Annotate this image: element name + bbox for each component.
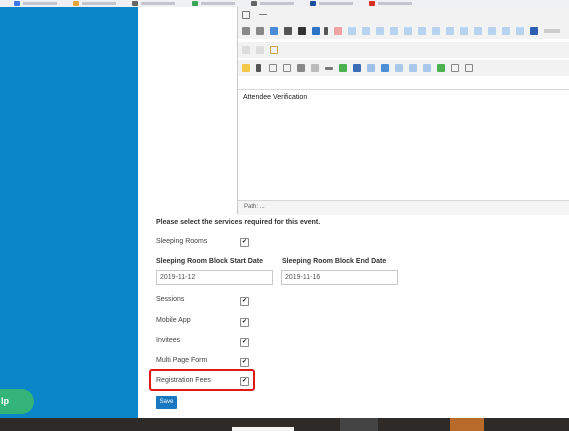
- registration-fees-highlight: [149, 369, 255, 391]
- taskbar-item[interactable]: [232, 427, 294, 431]
- anchor-icon[interactable]: [334, 27, 342, 35]
- disabled-tool-icon: [516, 27, 524, 35]
- disabled-tool-icon: [418, 27, 426, 35]
- checkbox-mobile-app[interactable]: ✔: [240, 318, 249, 327]
- checkbox-sleeping-rooms[interactable]: ✔: [240, 238, 249, 247]
- help-button[interactable]: lp: [0, 389, 34, 414]
- services-title: Please select the services required for …: [156, 219, 321, 226]
- find-icon[interactable]: [298, 27, 306, 35]
- bookmark-item[interactable]: [250, 0, 294, 7]
- service-label-mobile-app: Mobile App: [156, 317, 191, 324]
- start-date-input[interactable]: 2019-11-12: [156, 270, 273, 285]
- editor-content-area[interactable]: Attendee Verification: [238, 89, 569, 202]
- path-label: Path: ...: [244, 204, 265, 210]
- document-icon[interactable]: [353, 64, 361, 72]
- document-icon[interactable]: [395, 64, 403, 72]
- grid-icon[interactable]: [242, 64, 250, 72]
- font-down-icon[interactable]: [256, 46, 264, 54]
- form-icon[interactable]: [465, 64, 473, 72]
- checkbox-invitees[interactable]: ✔: [240, 338, 249, 347]
- taskbar-item[interactable]: [450, 418, 484, 431]
- disabled-tool-icon: [348, 27, 356, 35]
- bookmark-item[interactable]: [73, 0, 117, 7]
- end-date-input[interactable]: 2019-11-16: [281, 270, 398, 285]
- disabled-tool-icon: [502, 27, 510, 35]
- end-date-label: Sleeping Room Block End Date: [282, 258, 387, 265]
- image-icon[interactable]: [339, 64, 347, 72]
- bookmark-item[interactable]: [14, 0, 57, 7]
- document-icon[interactable]: [423, 64, 431, 72]
- editor-toolbar-row-1: [238, 7, 569, 23]
- disabled-tool-icon: [432, 27, 440, 35]
- image-icon[interactable]: [270, 27, 278, 35]
- box-icon[interactable]: [270, 46, 278, 54]
- field-icon[interactable]: [283, 64, 291, 72]
- bookmark-item[interactable]: [369, 0, 413, 7]
- font-up-icon[interactable]: [242, 46, 250, 54]
- editor-text: Attendee Verification: [243, 94, 308, 101]
- disabled-tool-icon: [362, 27, 370, 35]
- frame-icon[interactable]: [312, 27, 320, 35]
- source-icon[interactable]: [242, 11, 250, 19]
- taskbar-item[interactable]: [340, 418, 378, 431]
- disabled-tool-icon: [488, 27, 496, 35]
- editor-toolbar-row-3: [238, 42, 569, 58]
- service-label-sleeping-rooms: Sleeping Rooms: [156, 238, 208, 245]
- bookmark-icon: [191, 1, 198, 6]
- help-button-label: lp: [1, 396, 9, 406]
- disabled-tool-icon: [390, 27, 398, 35]
- bookmark-icon: [132, 1, 139, 6]
- new-page-icon[interactable]: [269, 64, 277, 72]
- document-icon[interactable]: [409, 64, 417, 72]
- marker-icon[interactable]: [437, 64, 445, 72]
- bookmark-item[interactable]: [132, 0, 176, 7]
- sidebar: [0, 7, 138, 418]
- bookmark-icon: [14, 1, 20, 6]
- bookmarks-bar: [0, 0, 569, 7]
- disabled-tool-icon: [376, 27, 384, 35]
- link-icon[interactable]: [311, 64, 319, 72]
- bookmark-icon: [73, 1, 80, 6]
- editor-path-bar: Path: ...: [238, 200, 569, 215]
- checkbox-sessions[interactable]: ✔: [240, 297, 249, 306]
- spellcheck-icon[interactable]: [530, 27, 538, 35]
- document-icon[interactable]: [367, 64, 375, 72]
- disabled-tool-icon: [404, 27, 412, 35]
- save-button[interactable]: Save: [156, 396, 177, 409]
- form-icon[interactable]: [451, 64, 459, 72]
- service-label-sessions: Sessions: [156, 296, 185, 303]
- rich-text-editor: Attendee Verification Path: ...: [237, 7, 569, 215]
- checkbox-multi-page-form[interactable]: ✔: [240, 358, 249, 367]
- rtl-icon[interactable]: [256, 27, 264, 35]
- taskbar: [0, 418, 569, 431]
- bookmark-icon: [310, 1, 317, 6]
- editor-toolbar-row-4: [238, 60, 569, 76]
- table-icon[interactable]: [284, 27, 292, 35]
- paragraph-icon[interactable]: [256, 64, 261, 72]
- disabled-tool-icon: [460, 27, 468, 35]
- bookmark-icon: [250, 1, 257, 6]
- document-icon[interactable]: [381, 64, 389, 72]
- minus-icon[interactable]: [259, 14, 267, 15]
- service-label-multi-page-form: Multi Page Form: [156, 357, 208, 364]
- bookmark-item[interactable]: [191, 0, 235, 7]
- insert-icon[interactable]: [297, 64, 305, 72]
- bookmark-icon: [369, 1, 376, 6]
- bookmark-item[interactable]: [310, 0, 354, 7]
- line-icon[interactable]: [325, 67, 333, 70]
- more-icon[interactable]: [544, 29, 560, 33]
- service-label-invitees: Invitees: [156, 337, 181, 344]
- ltr-icon[interactable]: [242, 27, 250, 35]
- start-date-label: Sleeping Room Block Start Date: [156, 258, 263, 265]
- disabled-tool-icon: [446, 27, 454, 35]
- editor-toolbar-row-2: [238, 23, 569, 39]
- disabled-tool-icon: [474, 27, 482, 35]
- dropdown-icon[interactable]: [324, 27, 328, 35]
